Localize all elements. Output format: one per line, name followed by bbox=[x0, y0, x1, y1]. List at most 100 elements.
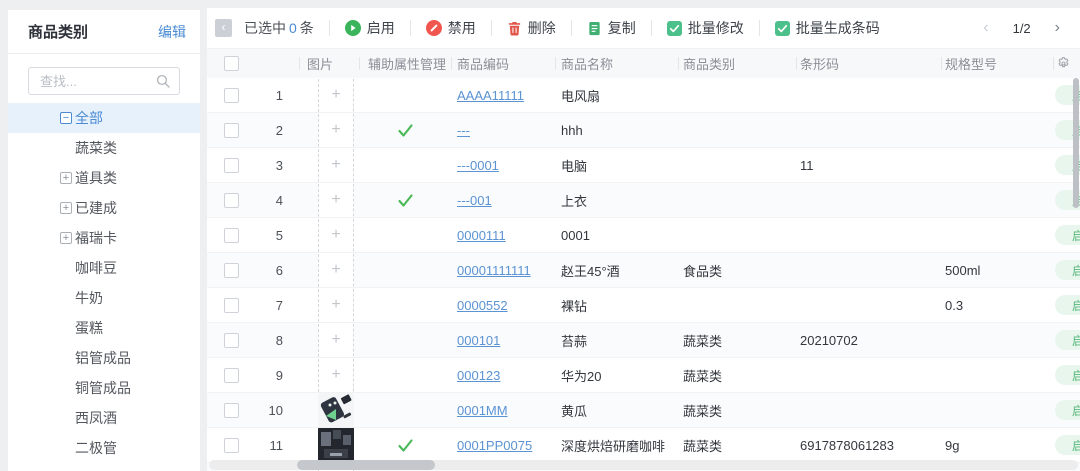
category-tree-item[interactable]: 牛奶 bbox=[8, 283, 200, 313]
horizontal-scrollbar-thumb[interactable] bbox=[297, 460, 435, 470]
row-checkbox[interactable] bbox=[223, 262, 239, 278]
divider bbox=[409, 20, 411, 36]
product-image-cell[interactable]: + bbox=[299, 288, 359, 322]
header-aux-attr: 辅助属性管理 bbox=[359, 49, 451, 78]
table-row: 2 + --- hhh bbox=[207, 113, 1080, 148]
category-tree-item[interactable]: 二极管 bbox=[8, 433, 200, 463]
product-image-cell[interactable]: + bbox=[299, 253, 359, 287]
header-barcode: 条形码 bbox=[796, 49, 941, 78]
status-badge: 启用 bbox=[1055, 295, 1080, 315]
row-checkbox[interactable] bbox=[223, 332, 239, 348]
row-checkbox[interactable] bbox=[223, 367, 239, 383]
product-image-cell[interactable]: + bbox=[299, 148, 359, 182]
vertical-scrollbar[interactable] bbox=[1073, 78, 1079, 208]
edit-categories-link[interactable]: 编辑 bbox=[158, 22, 186, 42]
batch-generate-barcode-button[interactable]: 批量生成条码 bbox=[774, 18, 880, 38]
tree-expander-icon[interactable]: + bbox=[60, 202, 72, 214]
product-image-cell[interactable]: + bbox=[299, 183, 359, 217]
row-checkbox[interactable] bbox=[223, 402, 239, 418]
product-code-link[interactable]: ---001 bbox=[457, 193, 492, 208]
product-code-link[interactable]: 000101 bbox=[457, 333, 500, 348]
row-checkbox[interactable] bbox=[223, 192, 239, 208]
add-image-placeholder-icon[interactable]: + bbox=[318, 78, 354, 112]
product-image-cell[interactable]: + bbox=[299, 428, 359, 462]
product-code-link[interactable]: 0000552 bbox=[457, 298, 508, 313]
play-circle-icon bbox=[344, 20, 361, 36]
category-tree-item[interactable]: + 道具类 bbox=[8, 163, 200, 193]
delete-button[interactable]: 删除 bbox=[507, 18, 556, 38]
product-code-link[interactable]: --- bbox=[457, 123, 470, 138]
product-thumbnail[interactable] bbox=[318, 428, 354, 462]
row-checkbox[interactable] bbox=[223, 297, 239, 313]
horizontal-scrollbar-track[interactable] bbox=[209, 460, 1078, 470]
batch-edit-button[interactable]: 批量修改 bbox=[666, 18, 744, 38]
page-next-icon[interactable]: › bbox=[1055, 19, 1060, 37]
row-checkbox[interactable] bbox=[223, 122, 239, 138]
row-checkbox[interactable] bbox=[223, 87, 239, 103]
product-category: 蔬菜类 bbox=[683, 438, 723, 454]
product-image-cell[interactable]: + bbox=[299, 323, 359, 357]
tree-item-label: 全部 bbox=[75, 110, 103, 126]
category-tree-item[interactable]: 蛋糕 bbox=[8, 313, 200, 343]
category-tree-item[interactable]: 咖啡豆 bbox=[8, 253, 200, 283]
category-tree-item[interactable]: + 已建成 bbox=[8, 193, 200, 223]
row-index: 10 bbox=[268, 402, 283, 418]
add-image-placeholder-icon[interactable]: + bbox=[318, 288, 354, 322]
category-tree-item[interactable]: − 全部 bbox=[8, 103, 200, 133]
enable-button[interactable]: 启用 bbox=[344, 18, 395, 38]
category-search-box[interactable] bbox=[28, 67, 180, 95]
page-prev-icon[interactable]: ‹ bbox=[983, 19, 988, 37]
add-image-placeholder-icon[interactable]: + bbox=[318, 148, 354, 182]
product-image-cell[interactable]: + bbox=[299, 218, 359, 252]
product-code-link[interactable]: ---0001 bbox=[457, 158, 499, 173]
collapse-sidebar-button[interactable]: ‹ bbox=[215, 19, 232, 37]
product-thumbnail[interactable] bbox=[318, 393, 354, 427]
tree-expander-icon[interactable]: + bbox=[60, 172, 72, 184]
product-category bbox=[678, 183, 796, 217]
tree-expander-icon[interactable]: + bbox=[60, 232, 72, 244]
product-image-cell[interactable]: + bbox=[299, 358, 359, 392]
product-barcode bbox=[796, 78, 941, 112]
row-index: 3 bbox=[275, 157, 283, 173]
category-tree-item[interactable]: 西凤酒 bbox=[8, 403, 200, 433]
column-settings-gear-icon[interactable] bbox=[1056, 56, 1071, 71]
add-image-placeholder-icon[interactable]: + bbox=[318, 113, 354, 147]
check-icon bbox=[397, 123, 413, 137]
product-image-cell[interactable]: + bbox=[299, 393, 359, 427]
product-code-link[interactable]: 0000111 bbox=[457, 228, 506, 243]
sidebar-title: 商品类别 bbox=[28, 24, 89, 41]
category-tree-item[interactable]: 蔬菜类 bbox=[8, 133, 200, 163]
copy-document-icon bbox=[589, 21, 600, 35]
row-index: 6 bbox=[275, 262, 283, 278]
category-tree-item[interactable]: + 福瑞卡 bbox=[8, 223, 200, 253]
add-image-placeholder-icon[interactable]: + bbox=[318, 218, 354, 252]
row-checkbox[interactable] bbox=[223, 157, 239, 173]
row-checkbox[interactable] bbox=[223, 227, 239, 243]
check-icon bbox=[397, 193, 413, 207]
product-code-link[interactable]: AAAA11111 bbox=[457, 88, 524, 103]
add-image-placeholder-icon[interactable]: + bbox=[318, 358, 354, 392]
select-all-checkbox[interactable] bbox=[223, 56, 239, 71]
product-code-link[interactable]: 000123 bbox=[457, 368, 500, 383]
product-barcode bbox=[796, 113, 941, 147]
table-row: 3 + ---0001 电脑 11 bbox=[207, 148, 1080, 183]
product-code-link[interactable]: 0001PP0075 bbox=[457, 438, 532, 453]
copy-button[interactable]: 复制 bbox=[587, 18, 636, 38]
disable-button[interactable]: 禁用 bbox=[425, 18, 476, 38]
product-image-cell[interactable]: + bbox=[299, 113, 359, 147]
tree-expander-icon[interactable]: − bbox=[60, 112, 72, 124]
category-tree-item[interactable]: 铜管成品 bbox=[8, 373, 200, 403]
product-category bbox=[678, 288, 796, 322]
category-search-input[interactable] bbox=[38, 72, 156, 90]
product-name: hhh bbox=[561, 122, 583, 138]
category-tree-item[interactable]: 铝管成品 bbox=[8, 343, 200, 373]
product-code-link[interactable]: 00001111111 bbox=[457, 263, 531, 278]
add-image-placeholder-icon[interactable]: + bbox=[318, 183, 354, 217]
product-image-cell[interactable]: + bbox=[299, 78, 359, 112]
row-index: 5 bbox=[275, 227, 283, 243]
add-image-placeholder-icon[interactable]: + bbox=[318, 323, 354, 357]
row-checkbox[interactable] bbox=[223, 437, 239, 453]
divider bbox=[758, 20, 760, 36]
add-image-placeholder-icon[interactable]: + bbox=[318, 253, 354, 287]
product-code-link[interactable]: 0001MM bbox=[457, 403, 508, 418]
